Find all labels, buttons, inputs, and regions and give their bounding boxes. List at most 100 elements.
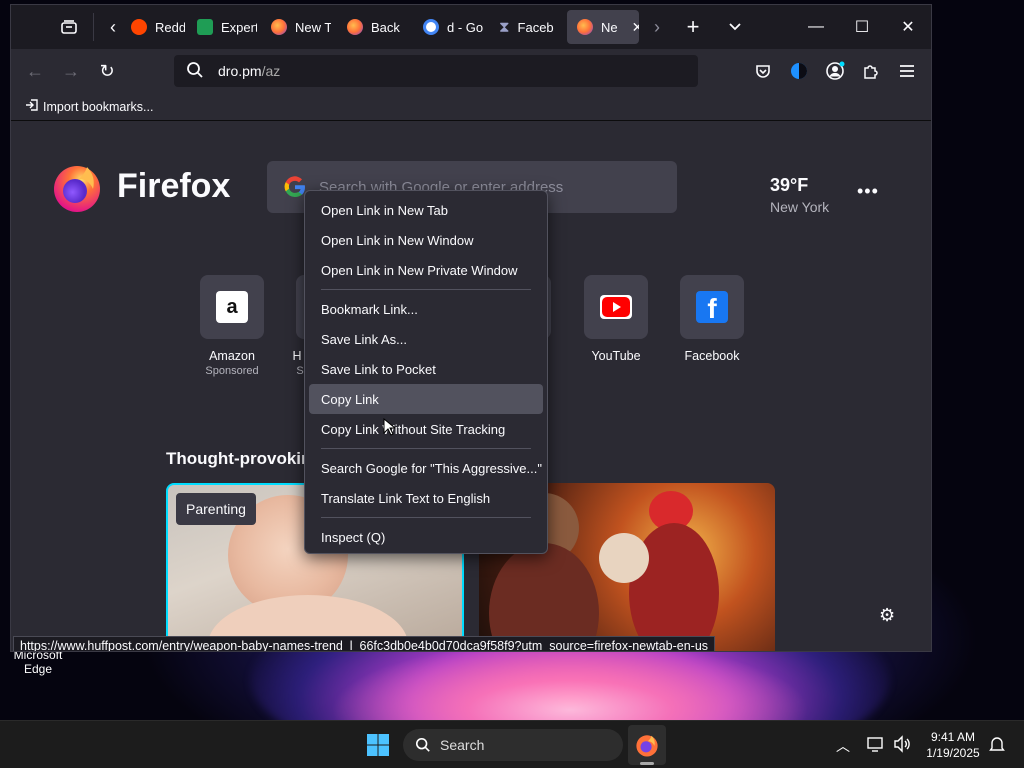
show-hidden-icons-chevron-icon[interactable]: ︿ (836, 736, 850, 756)
weather-temperature[interactable]: 39°F (770, 175, 808, 196)
taskbar-search-box[interactable]: Search (403, 729, 623, 761)
import-icon (25, 98, 39, 115)
menu-save-to-pocket[interactable]: Save Link to Pocket (309, 354, 543, 384)
menu-copy-link[interactable]: Copy Link (309, 384, 543, 414)
scroll-tabs-right-icon[interactable]: › (647, 17, 667, 37)
close-tab-icon[interactable]: ✕ (632, 19, 639, 36)
tab-google[interactable]: d - Go (413, 10, 485, 44)
tab-expert[interactable]: Expert (187, 10, 257, 44)
top-site-youtube[interactable] (584, 275, 648, 339)
navigation-toolbar: ← → ↻ dro.pm/az (11, 49, 931, 93)
expert-favicon-icon (197, 19, 213, 35)
new-tab-plus-icon[interactable]: + (681, 14, 705, 39)
top-site-label: YouTube (591, 349, 641, 363)
menu-copy-link-without-tracking[interactable]: Copy Link Without Site Tracking (309, 414, 543, 444)
tab-reddit[interactable]: Reddi (121, 10, 185, 44)
tab-bar: ‹ Reddi Expert New T Back d - Go ⧗ Faceb… (11, 5, 931, 49)
top-site-facebook[interactable]: f (680, 275, 744, 339)
top-site-amazon[interactable]: a (200, 275, 264, 339)
windows-start-icon[interactable] (366, 733, 390, 762)
menu-open-new-window[interactable]: Open Link in New Window (309, 225, 543, 255)
account-icon[interactable] (825, 61, 845, 81)
dark-reader-extension-icon[interactable] (789, 61, 809, 81)
google-favicon-icon (423, 19, 439, 35)
link-context-menu: Open Link in New Tab Open Link in New Wi… (304, 190, 548, 554)
pocket-icon[interactable] (753, 61, 773, 81)
tab-active-new-tab[interactable]: Ne ✕ (567, 10, 639, 44)
taskbar-search-label: Search (440, 737, 485, 753)
url-domain: dro.pm (218, 63, 262, 79)
menu-translate-link[interactable]: Translate Link Text to English (309, 483, 543, 513)
network-icon[interactable] (866, 734, 886, 759)
mouse-cursor-icon (383, 417, 397, 441)
taskbar-clock[interactable]: 9:41 AM 1/19/2025 (918, 729, 988, 761)
url-text: dro.pm/az (218, 63, 280, 79)
bookmarks-toolbar: Import bookmarks... (11, 93, 931, 121)
firefox-favicon-icon (577, 19, 593, 35)
scroll-tabs-left-icon[interactable]: ‹ (103, 17, 123, 37)
minimize-button[interactable]: — (793, 5, 839, 49)
firefox-favicon-icon (271, 19, 287, 35)
menu-separator (321, 448, 531, 449)
close-window-button[interactable]: ✕ (885, 5, 931, 49)
taskbar-firefox-button[interactable] (628, 725, 666, 765)
extensions-icon[interactable] (861, 61, 881, 81)
weather-more-options-icon[interactable]: ••• (857, 181, 879, 202)
notifications-icon[interactable] (988, 735, 1006, 758)
tab-label: Reddi (155, 19, 185, 35)
menu-separator (321, 517, 531, 518)
firefox-taskbar-icon (636, 735, 658, 757)
reload-icon[interactable]: ↻ (97, 61, 117, 81)
firefox-wordmark: Firefox (117, 167, 231, 205)
amazon-icon: a (216, 291, 248, 323)
import-bookmarks-button[interactable]: Import bookmarks... (25, 98, 153, 115)
tab-facebook[interactable]: ⧗ Faceb (489, 10, 561, 44)
hamburger-menu-icon[interactable] (897, 61, 917, 81)
tab-label: Ne (601, 19, 618, 35)
facebook-icon: f (696, 291, 728, 323)
section-title: Thought-provokin (166, 449, 312, 468)
tab-manager-icon[interactable] (59, 17, 79, 37)
clock-date: 1/19/2025 (926, 746, 980, 760)
volume-icon[interactable] (892, 734, 912, 759)
link-status-bar: https://www.huffpost.com/entry/weapon-ba… (13, 636, 716, 651)
forward-arrow-icon[interactable]: → (61, 61, 81, 81)
personalize-gear-icon[interactable]: ⚙ (879, 605, 895, 626)
search-icon (186, 61, 204, 84)
reddit-favicon-icon (131, 19, 147, 35)
youtube-icon (600, 295, 632, 319)
search-icon (415, 737, 431, 758)
firefox-favicon-icon (347, 19, 363, 35)
tab-label: Back (371, 19, 400, 35)
desktop-icon-edge-label[interactable]: Microsoft Edge (8, 648, 68, 676)
menu-save-link-as[interactable]: Save Link As... (309, 324, 543, 354)
back-arrow-icon[interactable]: ← (25, 61, 45, 81)
category-tag: Parenting (176, 493, 256, 525)
menu-open-new-tab[interactable]: Open Link in New Tab (309, 195, 543, 225)
top-site-label: Facebook (684, 349, 740, 363)
weather-city: New York (770, 199, 830, 215)
tab-label: New T (295, 19, 331, 35)
menu-open-private-window[interactable]: Open Link in New Private Window (309, 255, 543, 285)
top-site-label: Amazon (209, 349, 255, 363)
firefox-logo-icon (51, 161, 103, 213)
tab-label: d - Go (447, 19, 484, 35)
hourglass-icon: ⧗ (499, 18, 510, 36)
menu-separator (321, 289, 531, 290)
list-all-tabs-chevron-icon[interactable] (723, 15, 747, 39)
import-bookmarks-label: Import bookmarks... (43, 99, 154, 114)
clock-time: 9:41 AM (930, 730, 976, 744)
maximize-button[interactable]: ☐ (839, 5, 885, 49)
menu-bookmark-link[interactable]: Bookmark Link... (309, 294, 543, 324)
windows-taskbar: Search ︿ 9:41 AM 1/19/2025 (0, 720, 1024, 768)
menu-inspect[interactable]: Inspect (Q) (309, 522, 543, 552)
address-bar[interactable]: dro.pm/az (174, 55, 698, 87)
menu-search-google[interactable]: Search Google for "This Aggressive..." (309, 453, 543, 483)
running-indicator (640, 762, 654, 765)
url-path: /az (261, 63, 281, 79)
sponsored-label: Sponsored (205, 365, 259, 377)
tab-label: Faceb (517, 19, 554, 35)
tab-back[interactable]: Back (337, 10, 407, 44)
tab-new-tab[interactable]: New T (261, 10, 331, 44)
tab-label: Expert (221, 19, 257, 35)
